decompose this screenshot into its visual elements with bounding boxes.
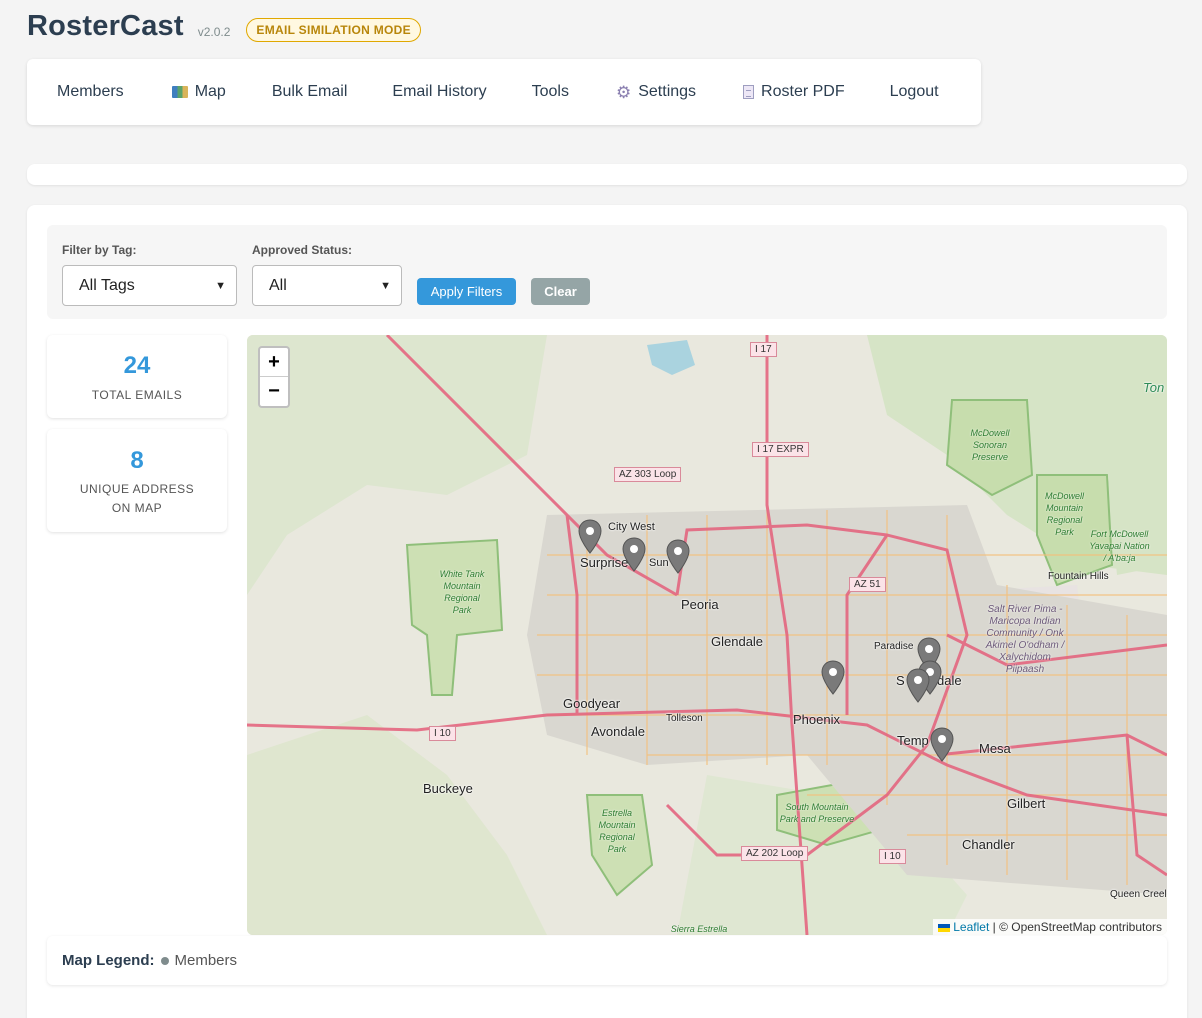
city-scottsdale-prefix: S	[896, 673, 905, 688]
city-mesa: Mesa	[979, 741, 1011, 756]
i10-east-shield: I 10	[879, 849, 906, 864]
app-version: v2.0.2	[197, 24, 231, 39]
city-buckeye: Buckeye	[423, 781, 473, 796]
nav-email-history-label: Email History	[392, 83, 487, 100]
nav-logout[interactable]: Logout	[890, 83, 939, 101]
city-queen-creek: Queen Creel	[1110, 889, 1167, 900]
city-peoria: Peoria	[681, 597, 719, 612]
city-tolleson: Tolleson	[666, 713, 703, 724]
tag-filter-value: All Tags	[79, 276, 135, 294]
city-goodyear: Goodyear	[563, 696, 621, 711]
total-emails-card: 24 TOTAL EMAILS	[47, 335, 227, 418]
chevron-down-icon: ▼	[215, 279, 226, 292]
legend-title: Map Legend:	[62, 952, 155, 969]
member-marker[interactable]	[905, 668, 931, 704]
nav-bulk-email-label: Bulk Email	[271, 83, 348, 100]
member-marker[interactable]	[665, 539, 691, 575]
apply-filters-button[interactable]: Apply Filters	[417, 278, 516, 305]
filter-bar: Filter by Tag: All Tags ▼ Approved Statu…	[47, 225, 1167, 319]
nav-settings[interactable]: ⚙ Settings	[616, 83, 696, 101]
member-marker[interactable]	[577, 519, 603, 555]
unique-address-card: 8 UNIQUE ADDRESS ON MAP	[47, 429, 227, 532]
zoom-out-button[interactable]: −	[260, 377, 288, 406]
member-map[interactable]: I 17 I 17 EXPR AZ 303 Loop AZ 51 I 10 I …	[247, 335, 1167, 935]
zoom-in-button[interactable]: +	[260, 348, 288, 377]
park-mcdowell-regional: McDowell Mountain Regional Park	[1044, 491, 1084, 537]
nav-roster-pdf-label: Roster PDF	[761, 83, 845, 100]
leaflet-link[interactable]: Leaflet	[953, 920, 989, 934]
status-filter-label: Approved Status:	[252, 243, 353, 257]
total-emails-label: TOTAL EMAILS	[91, 388, 183, 402]
nav-email-history[interactable]: Email History	[392, 83, 486, 101]
document-icon	[743, 85, 755, 99]
nav-members[interactable]: Members	[57, 83, 124, 101]
chevron-down-icon: ▼	[380, 279, 391, 292]
city-tonto: Ton	[1143, 380, 1165, 395]
total-emails-value: 24	[123, 352, 151, 379]
park-white-tank: White Tank Mountain Regional Park	[439, 569, 485, 615]
park-salt-river: Salt River Pima - Maricopa Indian Commun…	[985, 604, 1065, 675]
city-glendale: Glendale	[711, 634, 764, 649]
unique-address-label-line-2: ON MAP	[111, 501, 163, 515]
nav-map-label: Map	[194, 83, 226, 100]
clear-filters-button[interactable]: Clear	[531, 278, 590, 305]
az51-shield: AZ 51	[849, 577, 886, 592]
map-panel: Filter by Tag: All Tags ▼ Approved Statu…	[27, 205, 1187, 1018]
member-marker[interactable]	[929, 727, 955, 763]
app-header: RosterCast v2.0.2 EMAIL SIMILATION MODE	[27, 10, 421, 43]
park-sierra-estrella: Sierra Estrella	[670, 924, 728, 934]
nav-tools[interactable]: Tools	[532, 83, 569, 101]
i17-shield: I 17	[750, 342, 777, 357]
park-fort-mcdowell: Fort McDowell Yavapai Nation / A'ba:ja	[1089, 529, 1150, 563]
nav-map[interactable]: Map	[171, 83, 226, 101]
nav-members-label: Members	[57, 83, 124, 100]
tag-filter-group: Filter by Tag: All Tags ▼	[62, 243, 237, 306]
tag-filter-label: Filter by Tag:	[62, 243, 137, 257]
tag-filter-select[interactable]: All Tags ▼	[62, 265, 237, 306]
zoom-control: + −	[258, 346, 290, 408]
az202-shield: AZ 202 Loop	[741, 846, 809, 861]
park-estrella: Estrella Mountain Regional Park	[598, 808, 636, 854]
ukraine-flag-icon	[938, 924, 951, 932]
unique-address-label-line-1: UNIQUE ADDRESS	[79, 482, 195, 496]
osm-attribution: | © OpenStreetMap contributors	[992, 920, 1162, 934]
legend-members: Members	[174, 952, 238, 969]
nav-bulk-email[interactable]: Bulk Email	[272, 83, 348, 101]
member-marker[interactable]	[820, 660, 846, 696]
city-chandler: Chandler	[962, 837, 1015, 852]
park-south-mountain: South Mountain Park and Preserve	[779, 802, 855, 824]
city-avondale: Avondale	[591, 724, 645, 739]
member-marker[interactable]	[621, 537, 647, 573]
gear-icon: ⚙	[615, 82, 632, 102]
nav-roster-pdf[interactable]: Roster PDF	[743, 83, 845, 101]
unique-address-label: UNIQUE ADDRESS ON MAP	[47, 480, 227, 518]
nav-tools-label: Tools	[531, 83, 569, 100]
i10-west-shield: I 10	[429, 726, 456, 741]
app-title: RosterCast	[27, 10, 184, 42]
city-fountain-hills: Fountain Hills	[1048, 571, 1109, 582]
i17-expr-shield: I 17 EXPR	[752, 442, 809, 457]
az303-shield: AZ 303 Loop	[614, 467, 682, 482]
city-tempe: Temp	[897, 733, 929, 748]
unique-address-value: 8	[130, 447, 144, 474]
members-dot-icon	[160, 956, 169, 965]
notice-panel	[27, 164, 1187, 185]
city-paradise-valley: Paradise	[874, 641, 914, 652]
nav-logout-label: Logout	[889, 83, 939, 100]
park-mcdowell-sonoran: McDowell Sonoran Preserve	[970, 428, 1010, 462]
nav-settings-label: Settings	[638, 83, 697, 100]
map-legend: Map Legend: Members	[47, 936, 1167, 985]
map-attribution: Leaflet | © OpenStreetMap contributors	[933, 919, 1167, 935]
status-filter-select[interactable]: All ▼	[252, 265, 402, 306]
mode-badge: EMAIL SIMILATION MODE	[246, 17, 421, 42]
city-phoenix: Phoenix	[793, 712, 840, 727]
map-icon	[171, 86, 188, 98]
status-filter-value: All	[269, 276, 287, 294]
city-gilbert: Gilbert	[1007, 796, 1046, 811]
status-filter-group: Approved Status: All ▼	[252, 243, 402, 306]
main-nav: Members Map Bulk Email Email History Too…	[27, 59, 981, 125]
city-sun-city-west: City West	[608, 521, 655, 533]
